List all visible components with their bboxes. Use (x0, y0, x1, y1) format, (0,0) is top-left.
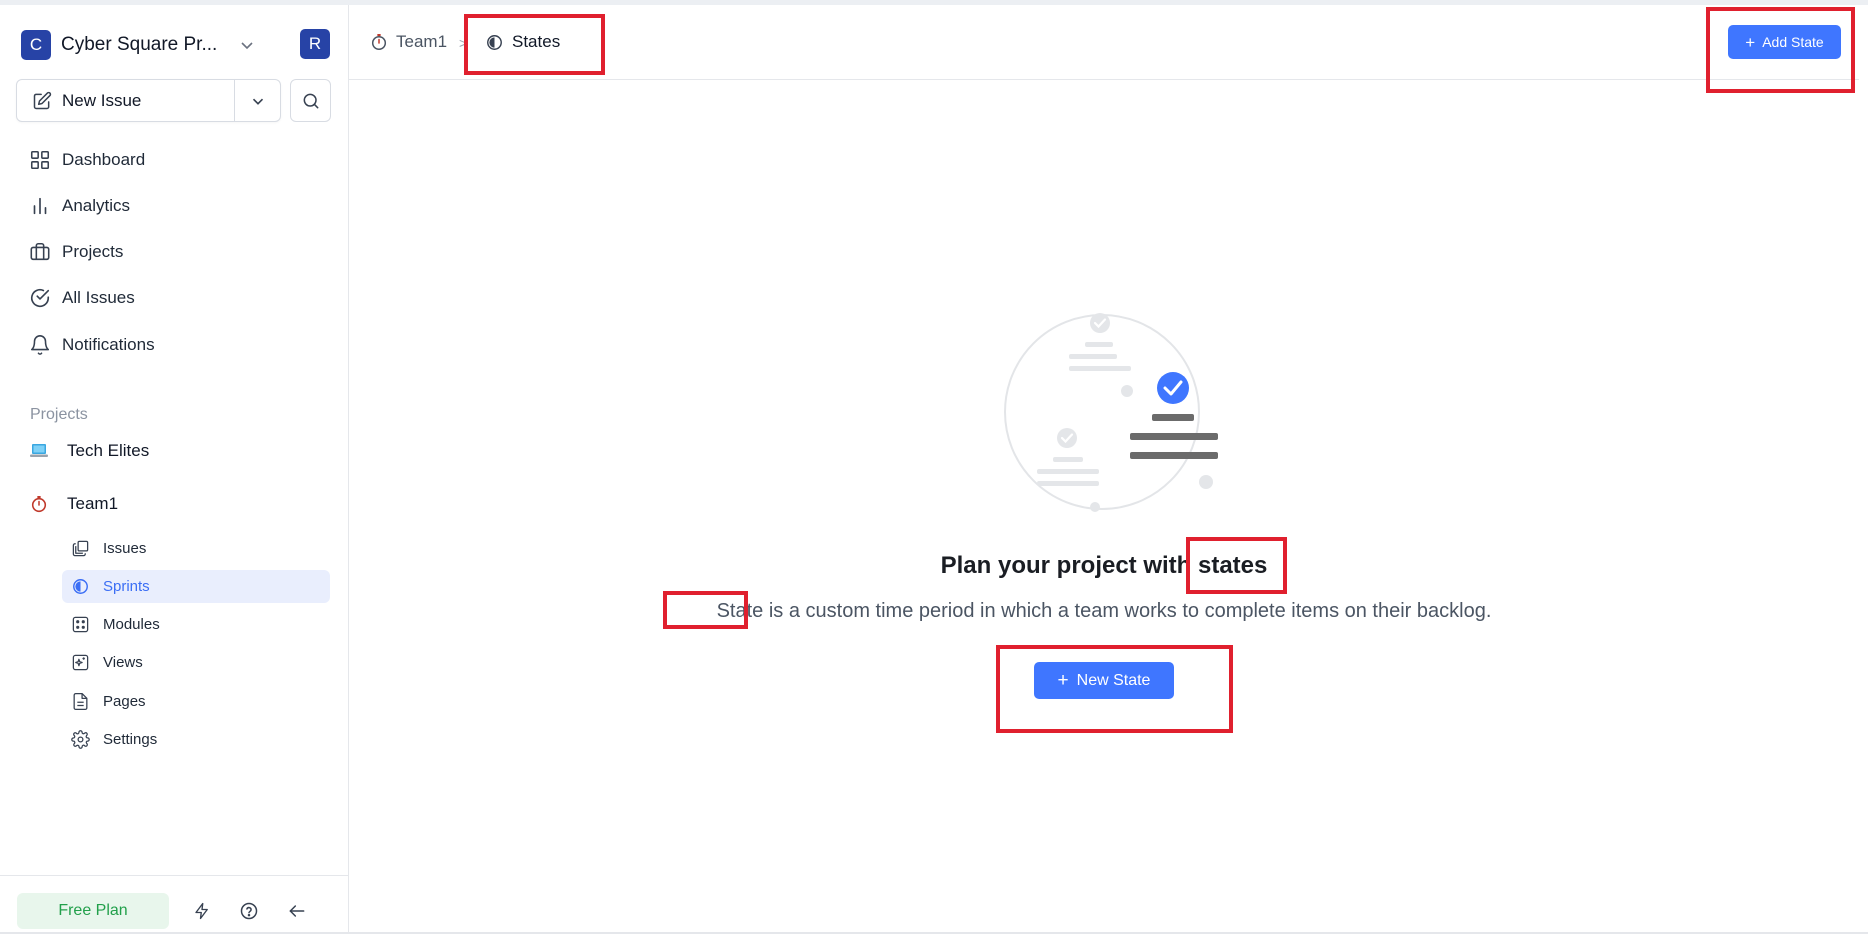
laptop-emoji-icon (30, 444, 48, 457)
new-issue-dropdown[interactable] (235, 80, 280, 121)
nav-label: Analytics (62, 196, 131, 215)
workspace-name[interactable]: Cyber Square Pr... (61, 34, 217, 56)
nav-label: Notifications (62, 335, 155, 354)
sparkle-view-icon (72, 654, 89, 671)
sidebar: C Cyber Square Pr... R New Issue Dashboa… (0, 5, 349, 932)
search-icon (303, 93, 318, 108)
analytics-icon (33, 197, 47, 215)
nav-analytics[interactable]: Analytics (29, 188, 329, 224)
empty-state-title: Plan your project with states (940, 552, 1268, 579)
stopwatch-emoji-icon (31, 496, 47, 513)
chevron-down-icon[interactable] (237, 35, 257, 55)
search-button[interactable] (290, 79, 331, 122)
project-nav-modules[interactable]: Modules (62, 608, 330, 641)
workspace-switcher[interactable]: C Cyber Square Pr... R (21, 29, 331, 61)
projects-heading: Projects (30, 406, 88, 423)
briefcase-icon (30, 242, 50, 261)
stopwatch-emoji-icon (371, 34, 387, 51)
annotation-box-desc-word (663, 591, 748, 629)
project-nav-label: Issues (103, 540, 147, 557)
annotation-box-title-word (1186, 537, 1287, 594)
project-nav-label: Views (103, 654, 143, 671)
bell-icon (30, 335, 50, 355)
project-nav-sprints[interactable]: Sprints (62, 570, 330, 603)
new-issue-button[interactable]: New Issue (17, 80, 235, 121)
project-nav-label: Modules (103, 616, 160, 633)
help-icon[interactable] (238, 900, 260, 922)
sidebar-footer: Free Plan (0, 875, 348, 932)
nav-dashboard[interactable]: Dashboard (29, 142, 329, 178)
document-icon (73, 692, 88, 711)
project-nav-label: Sprints (103, 578, 150, 595)
project-nav-views[interactable]: Views (62, 646, 330, 679)
empty-state-description: State is a custom time period in which a… (716, 600, 1492, 622)
project-label: Tech Elites (67, 441, 150, 460)
free-plan-badge[interactable]: Free Plan (17, 893, 169, 929)
empty-state-illustration (1004, 313, 1218, 512)
nav-label: Dashboard (62, 150, 146, 169)
project-label: Team1 (67, 494, 119, 513)
breadcrumb-label: Team1 (396, 32, 448, 51)
collapse-sidebar-arrow-icon[interactable] (286, 900, 308, 922)
project-nav-label: Pages (103, 693, 146, 710)
nav-projects[interactable]: Projects (29, 234, 329, 270)
annotation-box-new-state (996, 645, 1233, 733)
nav-label: All Issues (62, 288, 135, 307)
user-avatar[interactable]: R (300, 29, 330, 59)
new-issue-button-group: New Issue (16, 79, 281, 122)
project-team1[interactable]: Team1 (30, 487, 330, 521)
contrast-circle-icon (73, 579, 88, 594)
chevron-down-icon (252, 98, 263, 105)
project-nav-settings[interactable]: Settings (62, 723, 330, 756)
project-nav-issues[interactable]: Issues (62, 532, 330, 565)
nav-label: Projects (62, 242, 124, 261)
dashboard-icon (30, 150, 50, 170)
annotation-box-add-state (1706, 7, 1855, 93)
nav-notifications[interactable]: Notifications (29, 327, 329, 363)
workspace-logo: C (21, 30, 51, 60)
layers-icon (72, 540, 89, 557)
lightning-icon[interactable] (191, 900, 213, 922)
project-nav-label: Settings (103, 731, 158, 748)
project-nav-pages[interactable]: Pages (62, 685, 330, 718)
check-circle-icon (30, 289, 50, 307)
annotation-box-breadcrumb (464, 14, 605, 75)
nav-all-issues[interactable]: All Issues (29, 280, 329, 316)
breadcrumb-team1[interactable]: Team1 (370, 29, 447, 55)
edit-icon (33, 91, 52, 109)
gear-icon (71, 730, 90, 749)
project-tech-elites[interactable]: Tech Elites (30, 434, 330, 468)
new-issue-label: New Issue (62, 90, 142, 110)
grid-dice-icon (72, 616, 89, 633)
